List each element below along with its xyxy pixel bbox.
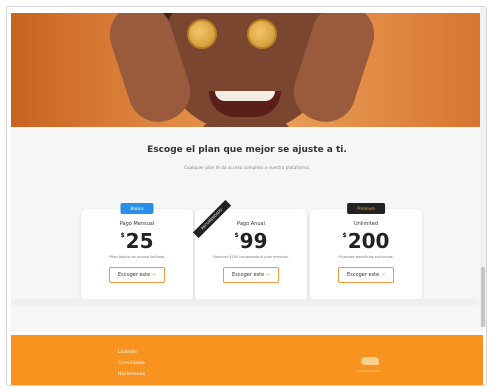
plan-price: $25: [120, 229, 154, 253]
pricing-headline: Escoge el plan que mejor se ajuste a ti.: [147, 145, 347, 155]
pricing-section: Escoge el plan que mejor se ajuste a ti.…: [11, 127, 483, 332]
coin-icon: [247, 19, 277, 49]
plan-description: *Plan básico de acceso limitado.: [108, 255, 166, 259]
plan-description: *Grandes beneficios exclusivos.: [338, 255, 394, 259]
plan-title: Pago Anual: [237, 221, 265, 227]
footer-links: Linkedin Crunchbase Hackernews: [118, 347, 145, 380]
footer-link-hackernews[interactable]: Hackernews: [118, 369, 145, 380]
footer: Linkedin Crunchbase Hackernews Criptomon…: [11, 335, 483, 385]
plan-title: Pago Mensual: [119, 221, 155, 227]
arrow-right-icon: →: [380, 272, 385, 278]
footer-link-linkedin[interactable]: Linkedin: [118, 347, 145, 358]
plan-card-annual: RECOMENDADO Pago Anual $99 *Ahorras $100…: [192, 199, 307, 301]
arrow-right-icon: →: [151, 272, 156, 278]
hero-image: [11, 13, 483, 127]
horizontal-scrollbar[interactable]: [11, 299, 477, 305]
scrollbar-thumb[interactable]: [481, 267, 485, 327]
footer-logo-caption: Criptomonedas: [357, 369, 380, 373]
plan-badge: Basico: [120, 203, 154, 214]
choose-plan-button[interactable]: Escoger este →: [338, 267, 394, 283]
arrow-right-icon: →: [265, 272, 270, 278]
plan-price: $99: [234, 229, 268, 253]
coin-icon: [187, 19, 217, 49]
plan-description: *Ahorras $100 comparado al plan mensual.: [212, 255, 290, 259]
plan-badge: Premium: [347, 203, 385, 214]
pricing-subheadline: Cualquier plan te da acceso completo a n…: [183, 165, 311, 170]
plan-title: Unlimited: [353, 221, 379, 227]
browser-frame: Escoge el plan que mejor se ajuste a ti.…: [6, 6, 487, 386]
vertical-scrollbar[interactable]: [480, 7, 486, 327]
footer-link-crunchbase[interactable]: Crunchbase: [118, 358, 145, 369]
footer-logo-icon: [361, 357, 379, 365]
plan-card-basic: Basico Pago Mensual $25 *Plan básico de …: [81, 203, 193, 301]
choose-plan-button[interactable]: Escoger este →: [109, 267, 165, 283]
choose-plan-button[interactable]: Escoger este →: [223, 267, 279, 283]
plan-price: $200: [342, 229, 390, 253]
plan-card-premium: Premium Unlimited $200 *Grandes benefici…: [310, 203, 422, 301]
